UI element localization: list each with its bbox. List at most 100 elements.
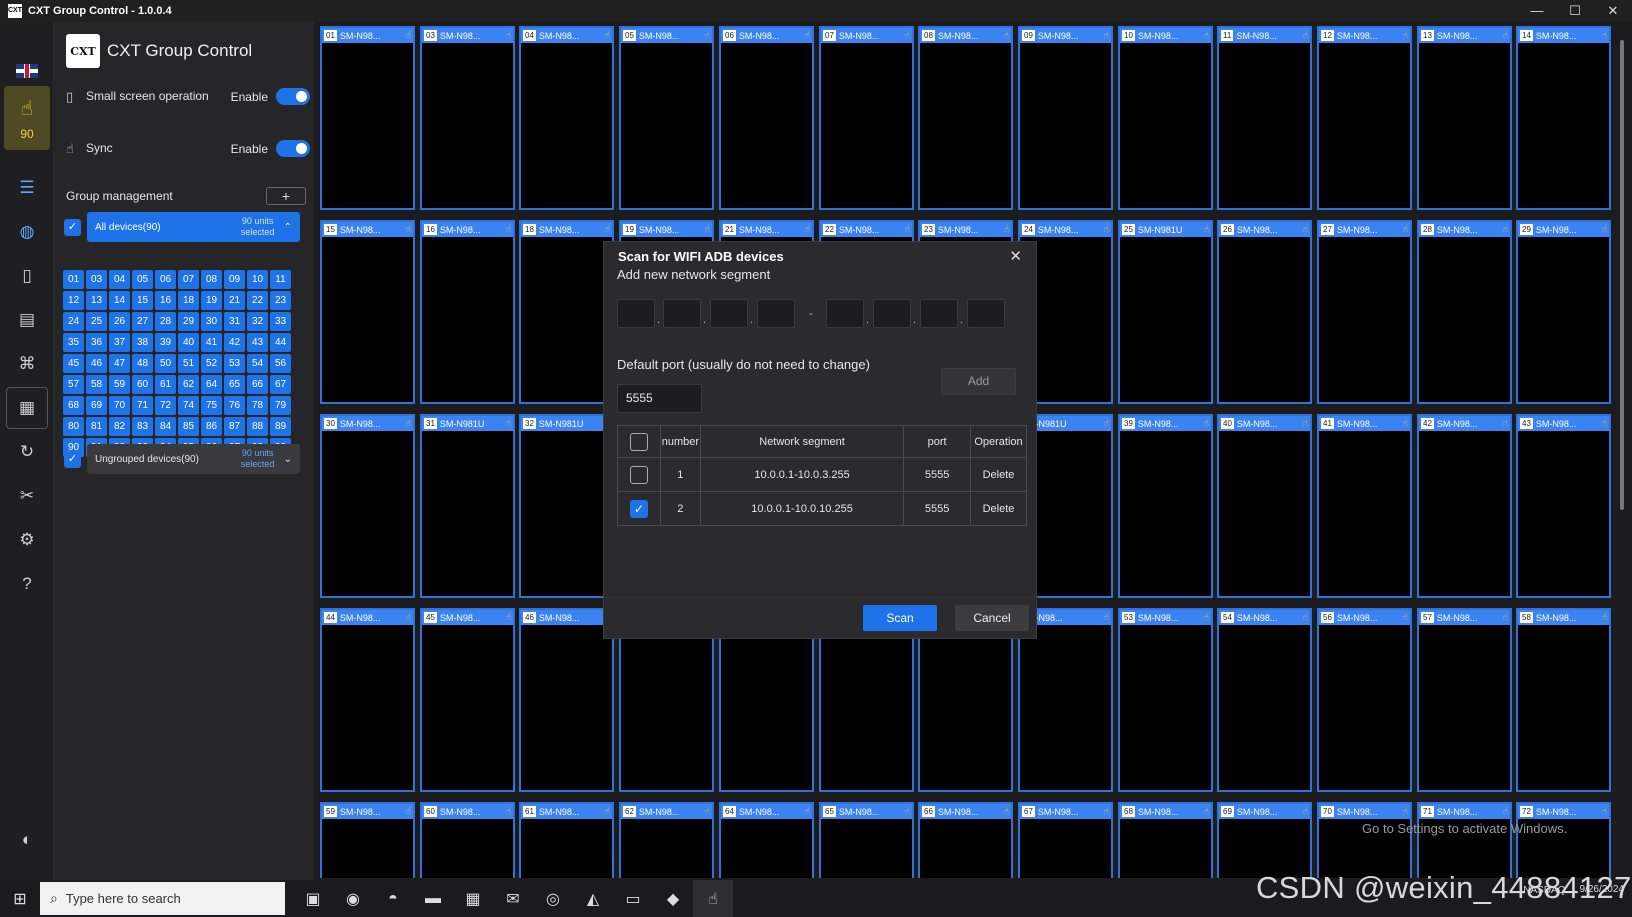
hand-icon[interactable]: ☝	[1104, 612, 1109, 623]
device-number-cell[interactable]: 06	[155, 270, 176, 289]
device-number-cell[interactable]: 31	[224, 312, 245, 331]
close-icon[interactable]: ✕	[1009, 247, 1022, 265]
hand-icon[interactable]: ☝	[1403, 418, 1408, 429]
device-tile[interactable]: 59 SM-N98... ☝	[320, 802, 415, 878]
device-tile[interactable]: 14 SM-N98... ☝	[1516, 26, 1611, 210]
device-tile[interactable]: 61 SM-N98... ☝	[519, 802, 614, 878]
ungrouped-devices-checkbox[interactable]: ✓	[64, 450, 81, 468]
device-number-cell[interactable]: 41	[201, 333, 222, 352]
device-number-cell[interactable]: 80	[63, 417, 84, 436]
hand-icon[interactable]: ☝	[406, 224, 411, 235]
task-view-icon[interactable]: ▣	[293, 880, 333, 917]
device-number-cell[interactable]: 37	[109, 333, 130, 352]
hand-icon[interactable]: ☝	[1303, 30, 1308, 41]
hand-icon[interactable]: ☝	[1303, 224, 1308, 235]
scan-button[interactable]: Scan	[863, 605, 937, 631]
device-number-cell[interactable]: 61	[155, 375, 176, 394]
device-tile[interactable]: 56 SM-N98... ☝	[1317, 608, 1412, 792]
taskbar-search-input[interactable]: ⌕ Type here to search	[40, 882, 285, 915]
clipboard-icon[interactable]: ▦	[6, 387, 48, 429]
device-tile[interactable]: 68 SM-N98... ☝	[1118, 802, 1213, 878]
device-tile[interactable]: 71 SM-N98... ☝	[1417, 802, 1512, 878]
hand-icon[interactable]: ☝	[1503, 806, 1508, 817]
device-number-cell[interactable]: 85	[178, 417, 199, 436]
row-checkbox[interactable]	[629, 465, 648, 484]
device-tile[interactable]: 72 SM-N98... ☝	[1516, 802, 1611, 878]
copilot-icon[interactable]: ◉	[333, 880, 373, 917]
hand-icon[interactable]: ☝	[605, 224, 610, 235]
device-tile[interactable]: 62 SM-N98... ☝	[619, 802, 714, 878]
device-tile[interactable]: 64 SM-N98... ☝	[719, 802, 814, 878]
ip-start-octet-4[interactable]	[757, 299, 795, 328]
device-tile[interactable]: 40 SM-N98... ☝	[1217, 414, 1312, 598]
device-number-cell[interactable]: 10	[247, 270, 268, 289]
device-tile[interactable]: 07 SM-N98... ☝	[819, 26, 914, 210]
device-number-cell[interactable]: 24	[63, 312, 84, 331]
device-number-cell[interactable]: 14	[109, 291, 130, 310]
start-icon[interactable]: ⊞	[0, 880, 40, 917]
hand-icon[interactable]: ☝	[705, 30, 710, 41]
device-number-cell[interactable]: 58	[86, 375, 107, 394]
theme-icon[interactable]: ◐	[6, 819, 48, 861]
device-number-cell[interactable]: 26	[109, 312, 130, 331]
device-number-cell[interactable]: 57	[63, 375, 84, 394]
device-tile[interactable]: 16 SM-N98... ☝	[420, 220, 515, 404]
store-icon[interactable]: ▦	[453, 880, 493, 917]
delete-button[interactable]: Delete	[970, 491, 1027, 526]
hand-icon[interactable]: ☝	[506, 612, 511, 623]
ungrouped-devices-group[interactable]: ✓ Ungrouped devices(90) 90 units selecte…	[64, 444, 300, 474]
device-tile[interactable]: 06 SM-N98... ☝	[719, 26, 814, 210]
device-tile[interactable]: 25 SM-N981U ☝	[1118, 220, 1213, 404]
edge-icon[interactable]: ◓	[373, 880, 413, 917]
hand-icon[interactable]: ☝	[1602, 224, 1607, 235]
device-tile[interactable]: 12 SM-N98... ☝	[1317, 26, 1412, 210]
device-number-cell[interactable]: 88	[247, 417, 268, 436]
device-number-cell[interactable]: 84	[155, 417, 176, 436]
grid-scrollbar[interactable]	[1620, 40, 1624, 510]
device-number-cell[interactable]: 87	[224, 417, 245, 436]
device-number-cell[interactable]: 36	[86, 333, 107, 352]
device-number-cell[interactable]: 76	[224, 396, 245, 415]
device-tile[interactable]: 26 SM-N98... ☝	[1217, 220, 1312, 404]
hand-icon[interactable]: ☝	[1104, 224, 1109, 235]
device-tile[interactable]: 13 SM-N98... ☝	[1417, 26, 1512, 210]
hand-icon[interactable]: ☝	[1204, 30, 1209, 41]
hand-icon[interactable]: ☝	[1204, 224, 1209, 235]
device-number-cell[interactable]: 25	[86, 312, 107, 331]
device-tile[interactable]: 60 SM-N98... ☝	[420, 802, 515, 878]
device-number-cell[interactable]: 30	[201, 312, 222, 331]
device-number-cell[interactable]: 16	[155, 291, 176, 310]
device-tile[interactable]: 67 SM-N98... ☝	[1018, 802, 1113, 878]
rotate-icon[interactable]: ↻	[6, 431, 48, 473]
device-tile[interactable]: 53 SM-N98... ☝	[1118, 608, 1213, 792]
port-input[interactable]: 5555	[617, 384, 702, 413]
device-number-cell[interactable]: 47	[109, 354, 130, 373]
hand-icon[interactable]: ☝	[1104, 30, 1109, 41]
hand-icon[interactable]: ☝	[1602, 806, 1607, 817]
device-number-cell[interactable]: 89	[270, 417, 291, 436]
ip-end-octet-4[interactable]	[967, 299, 1005, 328]
device-number-cell[interactable]: 83	[132, 417, 153, 436]
device-number-cell[interactable]: 22	[247, 291, 268, 310]
device-tile[interactable]: 41 SM-N98... ☝	[1317, 414, 1412, 598]
hand-icon[interactable]: ☝	[605, 806, 610, 817]
maximize-button[interactable]: ☐	[1556, 3, 1594, 19]
device-number-cell[interactable]: 64	[201, 375, 222, 394]
select-all-checkbox[interactable]	[629, 432, 648, 451]
device-tile[interactable]: 01 SM-N98... ☝	[320, 26, 415, 210]
hand-icon[interactable]: ☝	[805, 806, 810, 817]
device-tile[interactable]: 10 SM-N98... ☝	[1118, 26, 1213, 210]
hand-icon[interactable]: ☝	[506, 418, 511, 429]
delete-button[interactable]: Delete	[970, 457, 1027, 492]
hand-icon[interactable]: ☝	[406, 806, 411, 817]
chevron-up-icon[interactable]: ⌃	[284, 222, 292, 233]
sync-toggle[interactable]	[276, 140, 310, 157]
hand-icon[interactable]: ☝	[1403, 30, 1408, 41]
device-number-cell[interactable]: 67	[270, 375, 291, 394]
device-number-cell[interactable]: 62	[178, 375, 199, 394]
hand-icon[interactable]: ☝	[1403, 806, 1408, 817]
hand-icon[interactable]: ☝	[506, 806, 511, 817]
device-number-cell[interactable]: 60	[132, 375, 153, 394]
add-group-button[interactable]: +	[266, 187, 306, 205]
device-tile[interactable]: 58 SM-N98... ☝	[1516, 608, 1611, 792]
